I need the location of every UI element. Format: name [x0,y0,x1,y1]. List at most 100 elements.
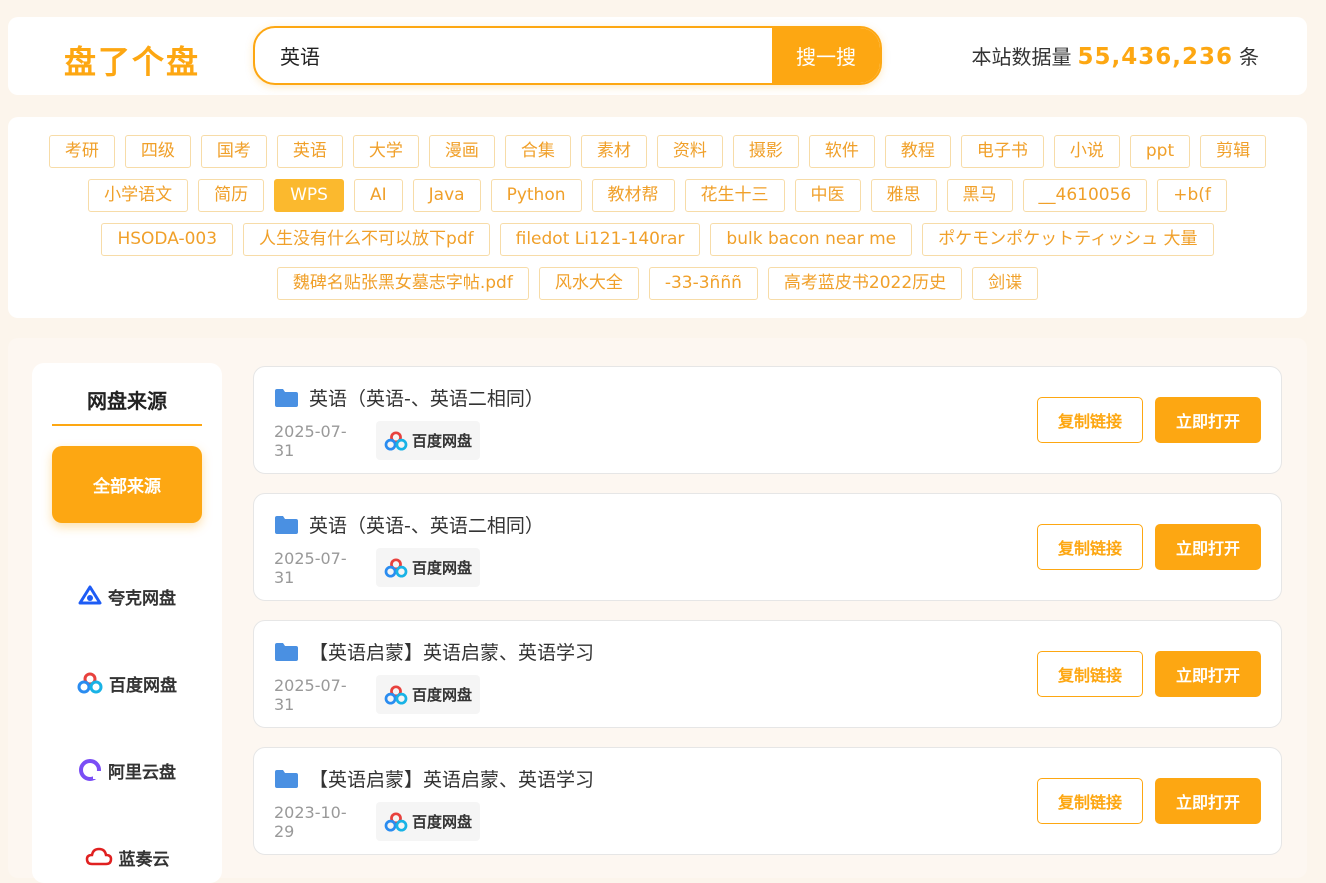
copy-link-button[interactable]: 复制链接 [1037,524,1143,570]
result-card: 【英语启蒙】英语启蒙、英语学习 2025-07-31 百度网盘 复制链接 立即打… [253,620,1282,728]
copy-link-button[interactable]: 复制链接 [1037,651,1143,697]
result-title[interactable]: 【英语启蒙】英语启蒙、英语学习 [309,638,594,665]
source-label: 夸克网盘 [108,588,176,609]
source-sidebar: 网盘来源 全部来源 夸克网盘 百度网盘 阿里云盘 蓝奏云 [32,363,222,883]
source-label: 阿里云盘 [108,762,176,783]
tag-item[interactable]: ポケモンポケットティッシュ 大量 [922,223,1214,256]
baidu-icon [384,430,408,451]
result-date: 2023-10-29 [274,802,347,841]
tag-item[interactable]: 素材 [580,135,647,168]
result-title-row[interactable]: 【英语启蒙】英语启蒙、英语学习 [274,765,594,792]
result-date: 2025-07-31 [274,421,347,460]
tag-item[interactable]: 人生没有什么不可以放下pdf [243,223,490,256]
open-now-button[interactable]: 立即打开 [1155,651,1261,697]
quark-icon [78,585,102,605]
source-item-aliyun[interactable]: 阿里云盘 [52,750,202,790]
tag-item[interactable]: 四级 [124,135,191,168]
result-meta: 2025-07-31 百度网盘 [274,421,481,460]
result-card: 【英语启蒙】英语启蒙、英语学习 2023-10-29 百度网盘 复制链接 立即打… [253,747,1282,855]
result-title[interactable]: 【英语启蒙】英语启蒙、英语学习 [309,765,594,792]
tag-item[interactable]: 电子书 [960,135,1044,168]
result-title[interactable]: 英语（英语-、英语二相同） [309,384,544,411]
baidu-icon [384,684,408,705]
source-item-lanzou[interactable]: 蓝奏云 [52,837,202,877]
source-item-baidu[interactable]: 百度网盘 [52,663,202,703]
result-date: 2025-07-31 [274,675,347,714]
source-badge: 百度网盘 [376,548,481,587]
tag-item[interactable]: 风水大全 [538,267,639,300]
tag-item[interactable]: 国考 [200,135,267,168]
folder-icon [275,388,298,407]
stats-count: 55,436,236 [1077,44,1233,70]
search-button[interactable]: 搜一搜 [772,28,880,83]
tag-item[interactable]: -33-3ñññ [648,267,758,300]
source-badge-label: 百度网盘 [412,559,473,577]
source-label: 百度网盘 [109,675,177,696]
site-stats: 本站数据量 55,436,236 条 [971,41,1259,70]
source-badge-label: 百度网盘 [412,686,473,704]
folder-icon [275,642,298,661]
tag-item[interactable]: ppt [1129,135,1191,168]
copy-link-button[interactable]: 复制链接 [1037,778,1143,824]
tag-item[interactable]: 摄影 [732,135,799,168]
tag-item[interactable]: 教程 [884,135,951,168]
tag-item[interactable]: 大学 [352,135,419,168]
result-meta: 2023-10-29 百度网盘 [274,802,481,841]
header: 盘了个盘 搜一搜 本站数据量 55,436,236 条 [8,17,1307,95]
sidebar-title: 网盘来源 [87,389,167,413]
tag-row: 考研 四级 国考 英语 大学 漫画 合集 素材 资料 摄影 软件 教程 电子书 小说 ppt 剪辑 [38,135,1277,168]
tag-item[interactable]: 漫画 [428,135,495,168]
source-badge: 百度网盘 [376,802,481,841]
tag-row: 小学语文 简历 WPS AI Java Python 教材帮 花生十三 中医 雅思 黑马 __4610… [38,179,1277,212]
hot-tags-panel: 考研 四级 国考 英语 大学 漫画 合集 素材 资料 摄影 软件 教程 电子书 小说 ppt 剪辑 小学语文简… [8,117,1307,318]
tag-item[interactable]: 小说 [1053,135,1120,168]
result-card: 英语（英语-、英语二相同） 2025-07-31 百度网盘 复制链接 立即打开 [253,366,1282,474]
source-item-quark[interactable]: 夸克网盘 [52,576,202,616]
tag-item[interactable]: 剪辑 [1200,135,1267,168]
source-badge: 百度网盘 [376,675,481,714]
open-now-button[interactable]: 立即打开 [1155,524,1261,570]
tag-item[interactable]: 考研 [48,135,115,168]
tag-item[interactable]: bulk bacon near me [710,223,913,256]
result-meta: 2025-07-31 百度网盘 [274,548,481,587]
result-title-row[interactable]: 英语（英语-、英语二相同） [274,511,544,538]
tag-item[interactable]: filedot Li121-140rar [499,223,701,256]
tag-item[interactable]: 合集 [504,135,571,168]
tag-item[interactable]: 英语 [276,135,343,168]
tag-item[interactable]: 花生十三 [684,179,785,212]
tag-item[interactable]: 高考蓝皮书2022历史 [767,267,963,300]
tag-item[interactable]: 教材帮 [591,179,675,212]
tag-item[interactable]: 黑马 [946,179,1013,212]
tag-item[interactable]: 简历 [198,179,265,212]
tag-item[interactable]: 软件 [808,135,875,168]
open-now-button[interactable]: 立即打开 [1155,778,1261,824]
site-logo[interactable]: 盘了个盘 [64,37,200,83]
open-now-button[interactable]: 立即打开 [1155,397,1261,443]
result-title[interactable]: 英语（英语-、英语二相同） [309,511,544,538]
source-all-button[interactable]: 全部来源 [52,446,202,523]
tag-item[interactable]: 魏碑名贴张黑女墓志字帖.pdf [276,267,529,300]
folder-icon [275,515,298,534]
result-title-row[interactable]: 【英语启蒙】英语启蒙、英语学习 [274,638,594,665]
tag-row: 魏碑名贴张黑女墓志字帖.pdf 风水大全 -33-3ñññ 高考蓝皮书2022历史 剑谍 [38,267,1277,300]
tag-item[interactable]: HSODA-003 [101,223,234,256]
tag-item[interactable]: AI [353,179,403,212]
tag-item[interactable]: +b(f [1157,179,1227,212]
tag-item[interactable]: 雅思 [870,179,937,212]
result-title-row[interactable]: 英语（英语-、英语二相同） [274,384,544,411]
tag-item[interactable]: 剑谍 [972,267,1039,300]
baidu-icon [384,811,408,832]
baidu-icon [77,672,103,694]
tag-item[interactable]: __4610056 [1022,179,1148,212]
tag-item[interactable]: WPS [274,179,344,212]
tag-item[interactable]: 中医 [794,179,861,212]
sidebar-divider [52,424,202,426]
tag-item[interactable]: 资料 [656,135,723,168]
tag-item[interactable]: 小学语文 [88,179,189,212]
tag-item[interactable]: Java [412,179,481,212]
search-input[interactable] [255,28,775,83]
tag-item[interactable]: Python [490,179,582,212]
copy-link-button[interactable]: 复制链接 [1037,397,1143,443]
source-badge-label: 百度网盘 [412,813,473,831]
search-box: 搜一搜 [253,26,882,85]
